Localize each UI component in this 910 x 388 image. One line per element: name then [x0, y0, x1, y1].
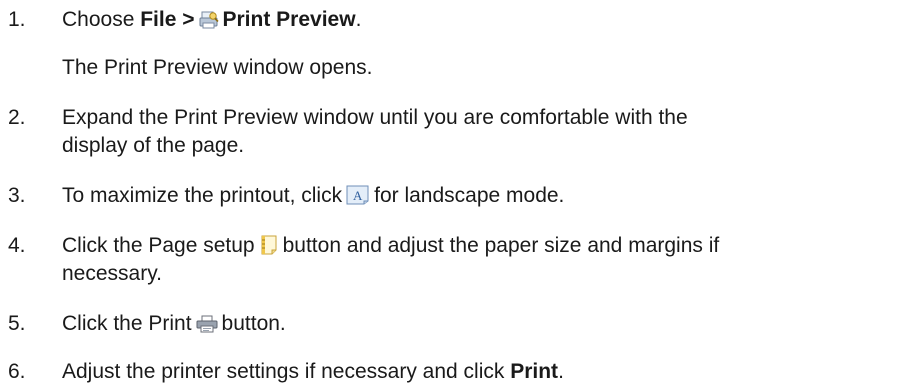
step-text: To maximize the printout, click Afor land…: [62, 182, 564, 213]
step-number: 1.: [8, 8, 26, 31]
step-text-part: for landscape mode.: [374, 184, 565, 207]
step-text-part: Click the Print: [62, 312, 192, 335]
printer-icon: [196, 313, 218, 341]
step-text: Adjust the printer settings if necessary…: [62, 358, 564, 386]
step-text: Choose File > Print Preview.: [62, 6, 361, 37]
landscape-icon: A: [346, 185, 370, 213]
step-4-continued: necessary.: [62, 262, 162, 285]
step-text-part: button and adjust the paper size and mar…: [282, 234, 720, 257]
step-number: 6.: [8, 360, 26, 383]
step-text: Click the Page setup button and adjust th…: [62, 232, 719, 263]
step-text-part: .: [558, 360, 564, 383]
step-1-note: The Print Preview window opens.: [62, 56, 373, 79]
step-text-part: .: [355, 8, 362, 31]
step-text-part: Choose: [62, 8, 141, 31]
menu-print-preview: Print Preview: [222, 8, 356, 31]
step-number: 2.: [8, 106, 26, 129]
step-text: Expand the Print Preview window until yo…: [62, 106, 688, 129]
step-number: 5.: [8, 312, 26, 335]
step-text-part: button.: [221, 312, 286, 335]
instruction-steps: 1. Choose File > Print Preview. The Print…: [0, 0, 910, 388]
step-number: 3.: [8, 184, 26, 207]
svg-text:A: A: [353, 188, 363, 203]
menu-file: File >: [140, 8, 195, 31]
print-preview-icon: [199, 9, 219, 37]
step-text-part: To maximize the printout, click: [62, 184, 343, 207]
step-2-continued: display of the page.: [62, 134, 245, 157]
step-number: 4.: [8, 234, 26, 257]
page-setup-icon: [259, 235, 279, 263]
step-text: Click the Print button.: [62, 310, 286, 341]
step-text-part: Adjust the printer settings if necessary…: [62, 360, 511, 383]
print-label: Print: [510, 360, 559, 383]
step-text-part: Click the Page setup: [62, 234, 255, 257]
